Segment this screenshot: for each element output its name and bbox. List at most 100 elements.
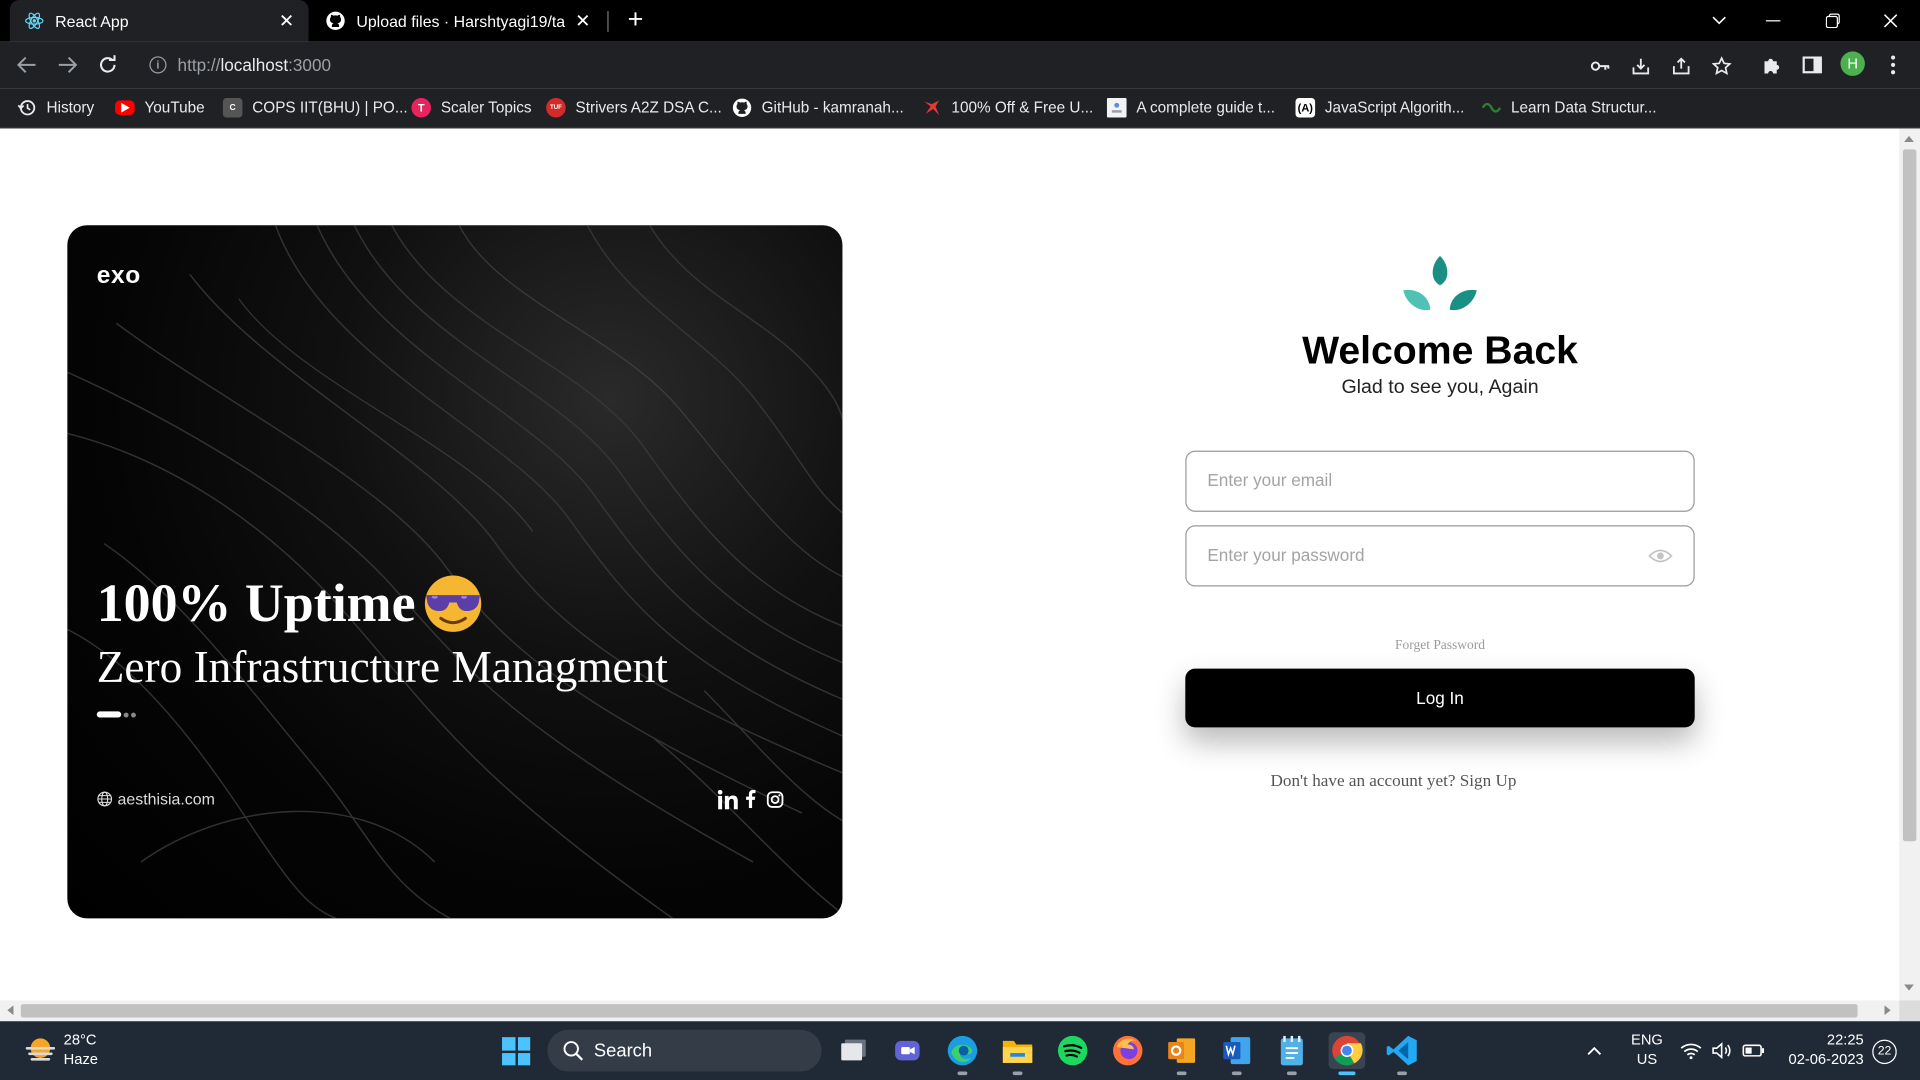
install-app-icon[interactable]	[1631, 56, 1651, 76]
vertical-scroll-thumb[interactable]	[1902, 149, 1917, 842]
bookmark-guide[interactable]: A complete guide t...	[1106, 96, 1276, 120]
github-icon	[732, 98, 752, 118]
bookmark-free-udemy[interactable]: 100% Off & Free U...	[922, 96, 1093, 120]
carousel-dot[interactable]	[123, 712, 129, 717]
tab-react-app[interactable]: React App ✕	[9, 0, 309, 42]
show-hidden-icons-chevron-icon[interactable]	[1580, 1036, 1609, 1065]
language-indicator[interactable]: ENG	[1629, 1031, 1666, 1048]
file-explorer-icon[interactable]	[999, 1032, 1036, 1076]
notepad-icon[interactable]	[1273, 1032, 1310, 1076]
bookmark-strivers[interactable]: TUF Strivers A2Z DSA C...	[546, 96, 722, 120]
bookmark-cops[interactable]: C COPS IIT(BHU) | PO...	[222, 96, 408, 120]
bookmark-js-algorithms[interactable]: (A) JavaScript Algorith...	[1295, 96, 1465, 120]
linkedin-icon[interactable]	[716, 789, 738, 810]
back-arrow-icon[interactable]	[13, 51, 40, 78]
minimize-icon[interactable]	[1745, 0, 1801, 42]
reload-icon[interactable]	[94, 51, 121, 78]
horizontal-scroll-thumb[interactable]	[20, 1004, 1858, 1018]
extensions-puzzle-icon[interactable]	[1761, 54, 1783, 76]
chrome-icon[interactable]	[1328, 1032, 1366, 1076]
close-icon[interactable]: ✕	[274, 9, 298, 33]
kebab-menu-icon[interactable]	[1882, 54, 1904, 76]
bookmarks-bar: History YouTube C COPS IIT(BHU) | PO... …	[0, 88, 1920, 129]
taskbar-search[interactable]: Search	[547, 1029, 822, 1072]
weather-haze-icon[interactable]	[24, 1036, 56, 1065]
tab-upload-files[interactable]: Upload files · Harshtyagi19/ta ✕	[311, 0, 605, 42]
clock-time[interactable]: 22:25	[1778, 1031, 1864, 1048]
bookmark-github[interactable]: GitHub - kamranah...	[732, 96, 904, 120]
address-bar[interactable]: i http://localhost:3000	[132, 47, 1752, 83]
scroll-up-arrow-icon[interactable]	[1904, 135, 1914, 143]
bookmark-label: Strivers A2Z DSA C...	[575, 99, 722, 117]
share-icon[interactable]	[1671, 56, 1691, 76]
word-icon[interactable]	[1218, 1032, 1255, 1076]
password-placeholder: Enter your password	[1207, 544, 1365, 565]
scroll-down-arrow-icon[interactable]	[1904, 984, 1914, 991]
clock-date[interactable]: 02-06-2023	[1778, 1051, 1864, 1068]
search-icon	[563, 1041, 584, 1061]
firefox-icon[interactable]	[1109, 1032, 1146, 1069]
bookmark-data-structures[interactable]: Learn Data Structur...	[1481, 96, 1657, 120]
welcome-subtitle: Glad to see you, Again	[1341, 377, 1539, 398]
weather-desc: Haze	[63, 1050, 98, 1068]
carousel-indicator[interactable]	[96, 711, 139, 718]
forgot-password-link[interactable]: Forget Password	[1195, 638, 1685, 653]
carousel-dot[interactable]	[131, 712, 136, 717]
edge-browser-icon[interactable]	[944, 1032, 981, 1076]
volume-icon[interactable]	[1709, 1036, 1736, 1065]
task-view-icon[interactable]	[835, 1032, 872, 1069]
tab-search-chevron-icon[interactable]	[1691, 0, 1747, 42]
restore-icon[interactable]	[1805, 0, 1861, 42]
bookmark-history[interactable]: History	[17, 96, 94, 120]
tab-separator	[607, 11, 609, 32]
bookmark-label: COPS IIT(BHU) | PO...	[252, 99, 408, 117]
url-text: http://localhost:3000	[177, 55, 332, 75]
outlook-icon[interactable]	[1163, 1032, 1200, 1076]
bookmark-label: Scaler Topics	[440, 99, 532, 117]
teams-chat-icon[interactable]	[889, 1032, 926, 1069]
vertical-scrollbar[interactable]	[1899, 128, 1920, 1001]
horizontal-scrollbar[interactable]	[0, 1000, 1900, 1022]
vscode-icon[interactable]	[1384, 1032, 1421, 1076]
facebook-icon[interactable]	[743, 789, 758, 810]
notification-count-badge[interactable]: 22	[1872, 1039, 1897, 1065]
website-text: aesthisia.com	[117, 789, 215, 809]
forward-arrow-icon[interactable]	[54, 51, 81, 78]
bookmark-label: JavaScript Algorith...	[1324, 99, 1465, 117]
new-tab-plus-icon[interactable]: +	[622, 6, 649, 34]
website-link[interactable]: aesthisia.com	[97, 790, 215, 808]
signup-link[interactable]: Don't have an account yet? Sign Up	[1149, 773, 1639, 793]
hero-headline: 100% Uptime	[97, 572, 484, 634]
windows-start-icon[interactable]	[502, 1037, 531, 1066]
side-panel-icon[interactable]	[1801, 54, 1823, 76]
site-info-icon[interactable]: i	[149, 56, 167, 74]
bookmark-label: 100% Off & Free U...	[951, 99, 1094, 117]
login-button[interactable]: Log In	[1185, 668, 1695, 728]
key-icon[interactable]	[1590, 56, 1611, 76]
profile-avatar[interactable]: H	[1840, 51, 1865, 76]
close-window-icon[interactable]	[1862, 0, 1918, 42]
show-password-eye-icon[interactable]	[1648, 547, 1673, 564]
close-icon[interactable]: ✕	[571, 9, 595, 33]
youtube-icon	[115, 100, 135, 116]
windows-taskbar: 28°C Haze Search ENG US 22:25 02-06-2023…	[0, 1021, 1920, 1080]
react-icon	[24, 11, 44, 31]
bookmark-star-icon[interactable]	[1711, 56, 1732, 76]
bookmark-label: A complete guide t...	[1136, 99, 1276, 117]
bookmark-label: Learn Data Structur...	[1511, 99, 1657, 117]
scroll-left-arrow-icon[interactable]	[7, 1005, 14, 1016]
password-field[interactable]: Enter your password	[1185, 525, 1695, 587]
keyboard-layout[interactable]: US	[1629, 1051, 1666, 1068]
instagram-icon[interactable]	[765, 789, 785, 810]
social-links	[716, 789, 785, 810]
email-field[interactable]: Enter your email	[1185, 450, 1695, 512]
carousel-dot-active[interactable]	[96, 711, 122, 718]
scroll-right-arrow-icon[interactable]	[1884, 1005, 1891, 1016]
spotify-icon[interactable]	[1054, 1032, 1091, 1069]
bookmark-scaler[interactable]: T Scaler Topics	[411, 96, 532, 120]
wifi-icon[interactable]	[1679, 1036, 1703, 1065]
browser-toolbar: i http://localhost:3000 H	[0, 41, 1920, 89]
bookmark-youtube[interactable]: YouTube	[115, 96, 205, 120]
tab-title: React App	[55, 11, 129, 31]
battery-icon[interactable]	[1740, 1036, 1767, 1065]
